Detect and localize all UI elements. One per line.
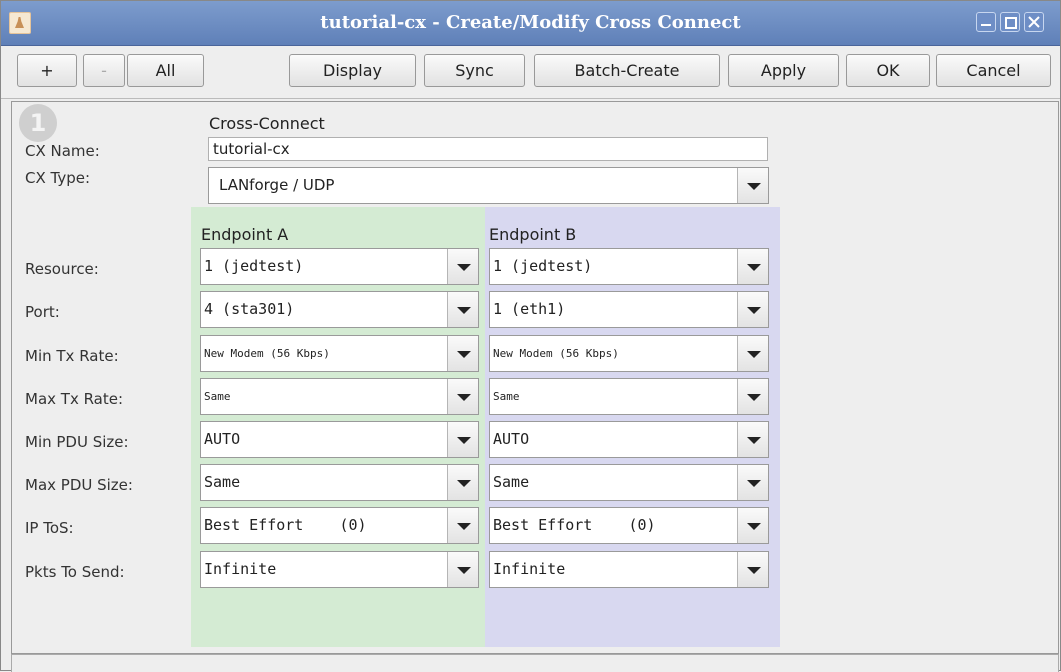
cx-name-input[interactable]: tutorial-cx	[208, 137, 768, 161]
chevron-down-icon[interactable]	[447, 508, 478, 543]
cross-connect-window: tutorial-cx - Create/Modify Cross Connec…	[0, 0, 1061, 672]
endpoint-a-max-tx-rate-value: Same	[204, 390, 231, 403]
endpoint-a-pkts-to-send-value: Infinite	[204, 560, 277, 578]
endpoint-b-max-pdu-size-select[interactable]: Same	[489, 464, 769, 501]
endpoint-a-resource-value: 1 (jedtest)	[204, 257, 304, 275]
endpoint-b-min-pdu-size-select[interactable]: AUTO	[489, 421, 769, 458]
pkts-to-send-label: Pkts To Send:	[25, 563, 125, 581]
chevron-down-icon[interactable]	[447, 249, 478, 284]
endpoint-b-ip-tos-select[interactable]: Best Effort (0)	[489, 507, 769, 544]
endpoint-a-ip-tos-value: Best Effort (0)	[204, 516, 367, 534]
endpoint-a-port-value: 4 (sta301)	[204, 300, 295, 318]
minimize-button[interactable]	[976, 12, 996, 32]
remove-button[interactable]: -	[83, 54, 125, 87]
endpoint-a-resource-select[interactable]: 1 (jedtest)	[200, 248, 479, 285]
chevron-down-icon[interactable]	[447, 465, 478, 500]
chevron-down-icon[interactable]	[737, 465, 768, 500]
endpoint-a-port-select[interactable]: 4 (sta301)	[200, 291, 479, 328]
ok-button[interactable]: OK	[846, 54, 930, 87]
max-tx-rate-label: Max Tx Rate:	[25, 390, 124, 408]
cx-type-select[interactable]: LANforge / UDP	[208, 167, 769, 204]
resource-label: Resource:	[25, 260, 99, 278]
chevron-down-icon[interactable]	[447, 552, 478, 587]
endpoint-a-max-pdu-size-value: Same	[204, 473, 241, 491]
apply-button[interactable]: Apply	[728, 54, 839, 87]
title-bar[interactable]: tutorial-cx - Create/Modify Cross Connec…	[1, 1, 1060, 46]
chevron-down-icon[interactable]	[737, 508, 768, 543]
endpoint-b-pkts-to-send-select[interactable]: Infinite	[489, 551, 769, 588]
add-button[interactable]: +	[17, 54, 77, 87]
endpoint-b-port-select[interactable]: 1 (eth1)	[489, 291, 769, 328]
chevron-down-icon[interactable]	[737, 379, 768, 414]
endpoint-b-min-tx-rate-value: New Modem (56 Kbps)	[493, 347, 619, 360]
endpoint-a-pkts-to-send-select[interactable]: Infinite	[200, 551, 479, 588]
endpoint-a-ip-tos-select[interactable]: Best Effort (0)	[200, 507, 479, 544]
status-strip	[11, 654, 1059, 672]
min-pdu-size-label: Min PDU Size:	[25, 433, 129, 451]
ip-tos-label: IP ToS:	[25, 519, 74, 537]
close-button[interactable]	[1024, 12, 1044, 32]
endpoint-b-resource-value: 1 (jedtest)	[493, 257, 593, 275]
endpoint-b-max-tx-rate-select[interactable]: Same	[489, 378, 769, 415]
endpoint-b-max-tx-rate-value: Same	[493, 390, 520, 403]
window-title: tutorial-cx - Create/Modify Cross Connec…	[320, 12, 741, 33]
chevron-down-icon[interactable]	[447, 292, 478, 327]
endpoint-a-min-pdu-size-value: AUTO	[204, 430, 241, 448]
batch-create-button[interactable]: Batch-Create	[534, 54, 720, 87]
cross-connect-section-title: Cross-Connect	[209, 114, 325, 133]
endpoint-a-min-tx-rate-value: New Modem (56 Kbps)	[204, 347, 330, 360]
chevron-down-icon[interactable]	[447, 336, 478, 371]
close-icon	[1028, 16, 1040, 28]
endpoint-a-min-tx-rate-select[interactable]: New Modem (56 Kbps)	[200, 335, 479, 372]
endpoint-b-resource-select[interactable]: 1 (jedtest)	[489, 248, 769, 285]
endpoint-a-max-pdu-size-select[interactable]: Same	[200, 464, 479, 501]
toolbar: + - All Display Sync Batch-Create Apply …	[1, 46, 1060, 99]
all-button[interactable]: All	[127, 54, 204, 87]
maximize-button[interactable]	[1000, 12, 1020, 32]
chevron-down-icon[interactable]	[737, 336, 768, 371]
endpoint-b-max-pdu-size-value: Same	[493, 473, 530, 491]
display-button[interactable]: Display	[289, 54, 416, 87]
endpoint-a-max-tx-rate-select[interactable]: Same	[200, 378, 479, 415]
endpoint-a-min-pdu-size-select[interactable]: AUTO	[200, 421, 479, 458]
cancel-button[interactable]: Cancel	[936, 54, 1051, 87]
endpoint-b-title: Endpoint B	[489, 225, 577, 244]
sync-button[interactable]: Sync	[424, 54, 525, 87]
cx-type-label: CX Type:	[25, 169, 91, 187]
chevron-down-icon[interactable]	[447, 422, 478, 457]
chevron-down-icon[interactable]	[737, 249, 768, 284]
endpoint-b-ip-tos-value: Best Effort (0)	[493, 516, 656, 534]
endpoint-a-title: Endpoint A	[201, 225, 289, 244]
chevron-down-icon[interactable]	[737, 168, 768, 203]
endpoint-b-min-tx-rate-select[interactable]: New Modem (56 Kbps)	[489, 335, 769, 372]
endpoint-b-min-pdu-size-value: AUTO	[493, 430, 530, 448]
port-label: Port:	[25, 303, 60, 321]
chevron-down-icon[interactable]	[737, 552, 768, 587]
max-pdu-size-label: Max PDU Size:	[25, 476, 133, 494]
step-number-badge: 1	[19, 104, 57, 142]
endpoint-b-port-value: 1 (eth1)	[493, 300, 566, 318]
min-tx-rate-label: Min Tx Rate:	[25, 347, 119, 365]
cx-type-value: LANforge / UDP	[219, 176, 335, 194]
endpoint-b-pkts-to-send-value: Infinite	[493, 560, 566, 578]
chevron-down-icon[interactable]	[737, 292, 768, 327]
chevron-down-icon[interactable]	[447, 379, 478, 414]
cx-name-label: CX Name:	[25, 142, 100, 160]
chevron-down-icon[interactable]	[737, 422, 768, 457]
